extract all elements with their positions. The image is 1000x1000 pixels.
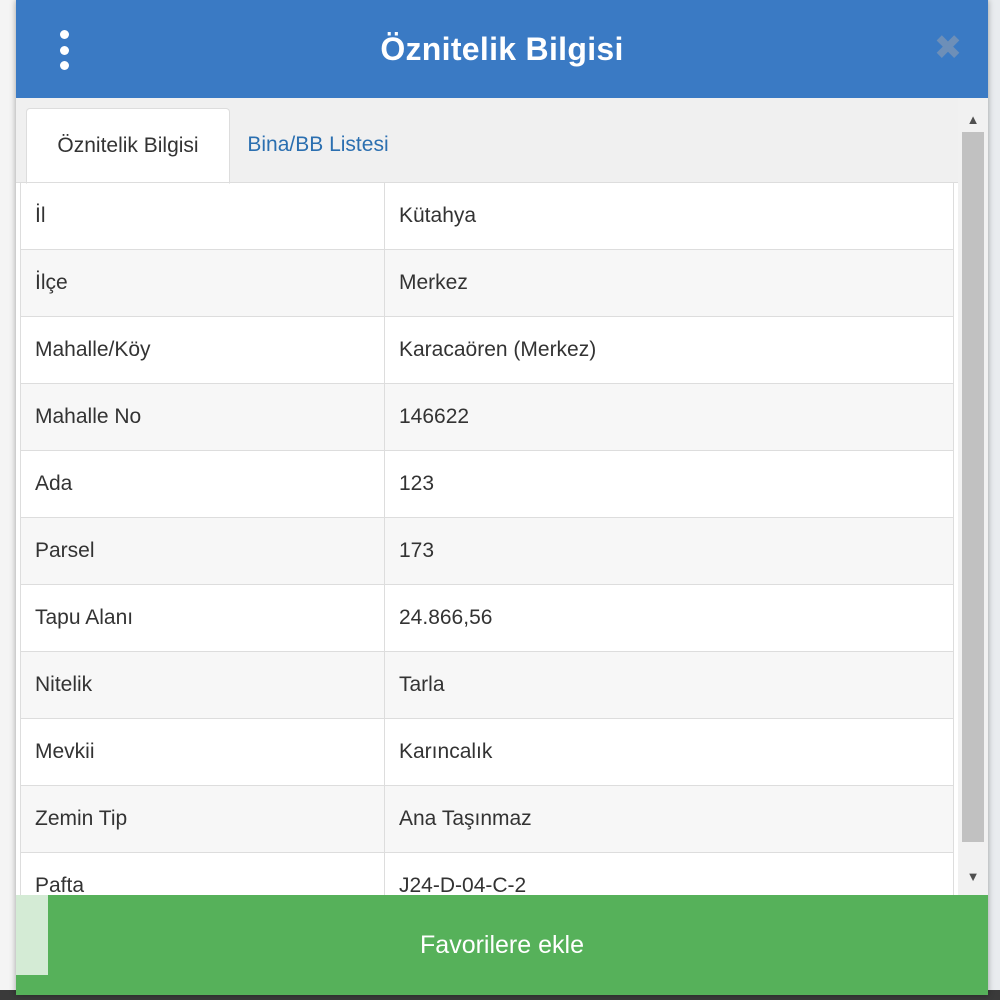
attribute-key: Mevkii bbox=[20, 718, 385, 786]
tab-building-list[interactable]: Bina/BB Listesi bbox=[228, 108, 408, 182]
attribute-info-dialog: Öznitelik Bilgisi ✖ Öznitelik Bilgisi Bi… bbox=[16, 0, 988, 995]
menu-button[interactable] bbox=[52, 30, 76, 70]
attribute-value: Karacaören (Merkez) bbox=[384, 316, 954, 384]
attribute-key: Nitelik bbox=[20, 651, 385, 719]
attribute-value: 123 bbox=[384, 450, 954, 518]
vertical-dots-icon bbox=[59, 61, 69, 70]
table-row: İl Kütahya bbox=[20, 182, 954, 250]
table-row: Zemin Tip Ana Taşınmaz bbox=[20, 785, 954, 853]
table-row: Mahalle No 146622 bbox=[20, 383, 954, 451]
tab-bar: Öznitelik Bilgisi Bina/BB Listesi bbox=[16, 98, 958, 184]
table-row: Mahalle/Köy Karacaören (Merkez) bbox=[20, 316, 954, 384]
attribute-key: İlçe bbox=[20, 249, 385, 317]
attribute-value: Merkez bbox=[384, 249, 954, 317]
close-button[interactable]: ✖ bbox=[930, 30, 966, 66]
attribute-value: Tarla bbox=[384, 651, 954, 719]
attribute-table: İl Kütahya İlçe Merkez Mahalle/Köy Karacaören… bbox=[20, 182, 954, 920]
add-to-favorites-button[interactable]: Favorilere ekle bbox=[16, 895, 988, 995]
triangle-down-icon: ▼ bbox=[966, 868, 980, 884]
attribute-key: İl bbox=[20, 182, 385, 250]
attribute-value: Karıncalık bbox=[384, 718, 954, 786]
vertical-dots-icon bbox=[59, 30, 69, 39]
attribute-key: Parsel bbox=[20, 517, 385, 585]
attribute-key: Mahalle No bbox=[20, 383, 385, 451]
attribute-key: Ada bbox=[20, 450, 385, 518]
attribute-value: Ana Taşınmaz bbox=[384, 785, 954, 853]
attribute-key: Tapu Alanı bbox=[20, 584, 385, 652]
dialog-header: Öznitelik Bilgisi ✖ bbox=[16, 0, 988, 98]
tab-attribute-info[interactable]: Öznitelik Bilgisi bbox=[26, 108, 230, 184]
background-map-edge bbox=[0, 0, 16, 1000]
scroll-up-button[interactable]: ▲ bbox=[958, 104, 988, 134]
attribute-key: Zemin Tip bbox=[20, 785, 385, 853]
attribute-value: Kütahya bbox=[384, 182, 954, 250]
scroll-down-button[interactable]: ▼ bbox=[958, 861, 988, 891]
attribute-value: 146622 bbox=[384, 383, 954, 451]
table-row: Nitelik Tarla bbox=[20, 651, 954, 719]
dialog-title: Öznitelik Bilgisi bbox=[380, 30, 624, 67]
triangle-up-icon: ▲ bbox=[966, 111, 980, 127]
table-row: Tapu Alanı 24.866,56 bbox=[20, 584, 954, 652]
table-row: İlçe Merkez bbox=[20, 249, 954, 317]
overlay-panel-edge bbox=[16, 895, 48, 975]
scrollbar-thumb[interactable] bbox=[962, 132, 984, 842]
attribute-key: Mahalle/Köy bbox=[20, 316, 385, 384]
attribute-value: 24.866,56 bbox=[384, 584, 954, 652]
close-icon: ✖ bbox=[933, 29, 963, 67]
vertical-scrollbar[interactable]: ▲ ▼ bbox=[958, 98, 988, 895]
vertical-dots-icon bbox=[59, 45, 69, 55]
table-row: Mevkii Karıncalık bbox=[20, 718, 954, 786]
attribute-value: 173 bbox=[384, 517, 954, 585]
table-row: Ada 123 bbox=[20, 450, 954, 518]
table-row: Parsel 173 bbox=[20, 517, 954, 585]
